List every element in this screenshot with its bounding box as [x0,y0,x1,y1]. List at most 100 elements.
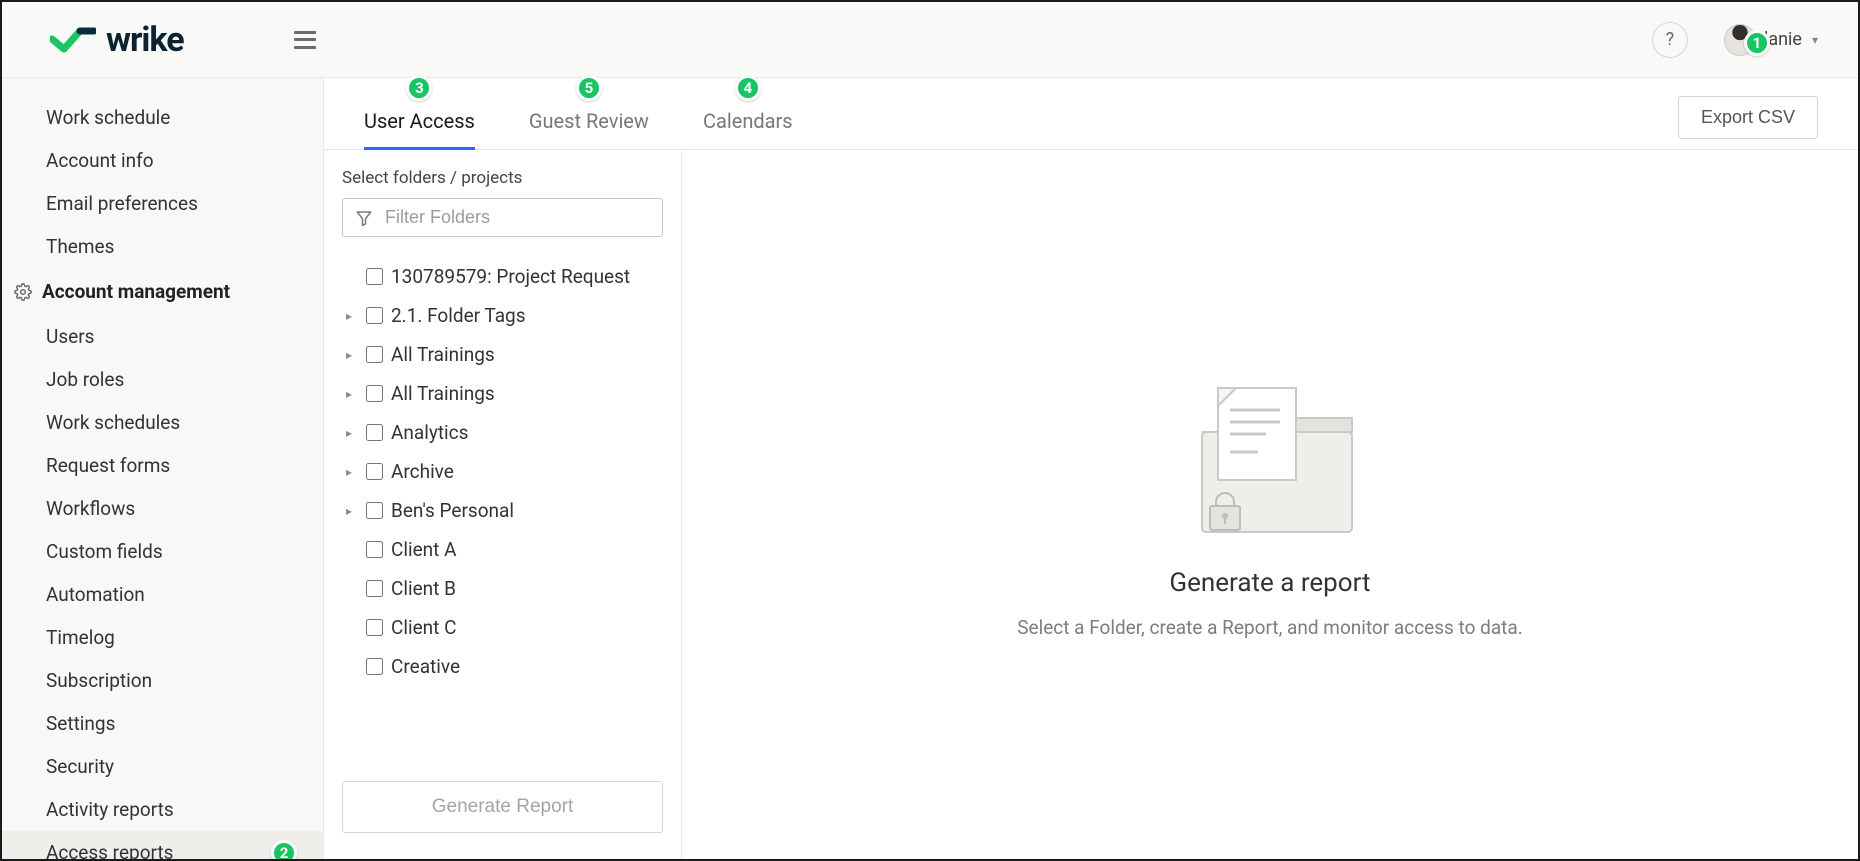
sidebar-section-label: Account management [42,280,230,303]
sidebar-item-label: Job roles [46,368,124,391]
sidebar-item-label: Themes [46,235,114,258]
sidebar-item[interactable]: Custom fields [2,530,323,573]
folder-checkbox[interactable] [366,580,383,597]
folder-tree-row[interactable]: ▸Client B [332,569,679,608]
folder-tree-row[interactable]: ▸ 2.1. Folder Tags [332,296,679,335]
folder-panel-heading: Select folders / projects [324,168,681,198]
sidebar-item[interactable]: Request forms [2,444,323,487]
folder-tree[interactable]: ▸130789579: Project Request▸2.1. Folder … [324,257,681,763]
folder-checkbox[interactable] [366,268,383,285]
sidebar-item-label: Work schedule [46,106,170,129]
sidebar-item-label: Request forms [46,454,170,477]
empty-title: Generate a report [1169,568,1370,598]
sidebar-item[interactable]: Work schedule [2,96,323,139]
sidebar-item[interactable]: Access reports 2 [2,831,323,859]
sidebar-item[interactable]: Subscription [2,659,323,702]
folder-checkbox[interactable] [366,385,383,402]
folder-checkbox[interactable] [366,658,383,675]
folder-checkbox[interactable] [366,346,383,363]
sidebar-section-account-management: Account management [2,268,323,315]
folder-checkbox[interactable] [366,541,383,558]
folder-checkbox[interactable] [366,619,383,636]
tab[interactable]: 4Calendars [703,97,793,149]
folder-tree-row[interactable]: ▸ All Trainings [332,335,679,374]
main: 3User Access 5Guest Review 4Calendars Expo… [324,78,1858,859]
generate-report-button[interactable]: Generate Report [342,781,663,833]
chevron-down-icon: ▾ [1812,33,1818,47]
folder-label[interactable]: Archive [391,460,454,483]
report-folder-lock-icon [1180,370,1360,550]
sidebar-item-label: Work schedules [46,411,180,434]
expand-icon[interactable]: ▸ [346,504,358,518]
tabs-row: 3User Access 5Guest Review 4Calendars Expo… [324,78,1858,150]
folder-tree-row[interactable]: ▸Client C [332,608,679,647]
folder-tree-row[interactable]: ▸ Analytics [332,413,679,452]
folder-label[interactable]: Client C [391,616,456,639]
sidebar-item[interactable]: Security [2,745,323,788]
hamburger-menu-icon[interactable] [294,31,316,49]
sidebar-item[interactable]: Activity reports [2,788,323,831]
generate-report-label: Generate Report [432,796,574,817]
sidebar: Work schedule Account info Email preferenc… [2,78,324,859]
sidebar-item-label: Settings [46,712,115,735]
sidebar-item[interactable]: Account info [2,139,323,182]
folder-label[interactable]: Client A [391,538,457,561]
filter-icon [355,209,373,227]
sidebar-item-label: Timelog [46,626,115,649]
sidebar-item-label: Users [46,325,94,348]
brand-name: wrike [106,20,184,60]
sidebar-item[interactable]: Users [2,315,323,358]
folder-label[interactable]: All Trainings [391,382,495,405]
folder-checkbox[interactable] [366,307,383,324]
folder-label[interactable]: Analytics [391,421,468,444]
folder-tree-row[interactable]: ▸Creative [332,647,679,686]
filter-box[interactable] [342,198,663,237]
expand-icon[interactable]: ▸ [346,465,358,479]
empty-state: Generate a report Select a Folder, creat… [682,150,1858,859]
tab[interactable]: 3User Access [364,97,475,149]
sidebar-item-badge: 2 [271,840,297,860]
folder-checkbox[interactable] [366,424,383,441]
folder-tree-row[interactable]: ▸130789579: Project Request [332,257,679,296]
expand-icon[interactable]: ▸ [346,309,358,323]
filter-folders-input[interactable] [385,207,650,228]
sidebar-item[interactable]: Themes [2,225,323,268]
empty-subtitle: Select a Folder, create a Report, and mo… [1017,616,1523,639]
export-csv-button[interactable]: Export CSV [1678,96,1818,139]
folder-tree-row[interactable]: ▸ Archive [332,452,679,491]
user-menu[interactable]: 1 lanie ▾ [1724,24,1818,56]
export-csv-label: Export CSV [1701,107,1795,127]
tab[interactable]: 5Guest Review [529,97,649,149]
folder-checkbox[interactable] [366,463,383,480]
help-button[interactable]: ? [1652,22,1688,58]
sidebar-item[interactable]: Settings [2,702,323,745]
folder-checkbox[interactable] [366,502,383,519]
sidebar-item-label: Email preferences [46,192,198,215]
folder-label[interactable]: 2.1. Folder Tags [391,304,526,327]
sidebar-item-label: Custom fields [46,540,163,563]
expand-icon[interactable]: ▸ [346,426,358,440]
expand-icon[interactable]: ▸ [346,387,358,401]
folder-label[interactable]: Client B [391,577,456,600]
sidebar-item[interactable]: Timelog [2,616,323,659]
brand-logo[interactable]: wrike [50,20,184,60]
folder-tree-row[interactable]: ▸Client A [332,530,679,569]
wrike-logo-icon [50,27,96,53]
tab-badge: 3 [406,75,432,101]
sidebar-item[interactable]: Work schedules [2,401,323,444]
sidebar-item[interactable]: Email preferences [2,182,323,225]
folder-tree-row[interactable]: ▸ Ben's Personal [332,491,679,530]
folder-label[interactable]: Creative [391,655,460,678]
folder-tree-row[interactable]: ▸ All Trainings [332,374,679,413]
gear-icon [14,283,32,301]
sidebar-item[interactable]: Job roles [2,358,323,401]
sidebar-item-label: Access reports [46,841,173,859]
folder-label[interactable]: All Trainings [391,343,495,366]
sidebar-item[interactable]: Automation [2,573,323,616]
topbar: wrike ? 1 lanie ▾ [2,2,1858,78]
folder-label[interactable]: 130789579: Project Request [391,265,630,288]
sidebar-item[interactable]: Workflows [2,487,323,530]
folder-label[interactable]: Ben's Personal [391,499,514,522]
expand-icon[interactable]: ▸ [346,348,358,362]
sidebar-item-label: Automation [46,583,145,606]
